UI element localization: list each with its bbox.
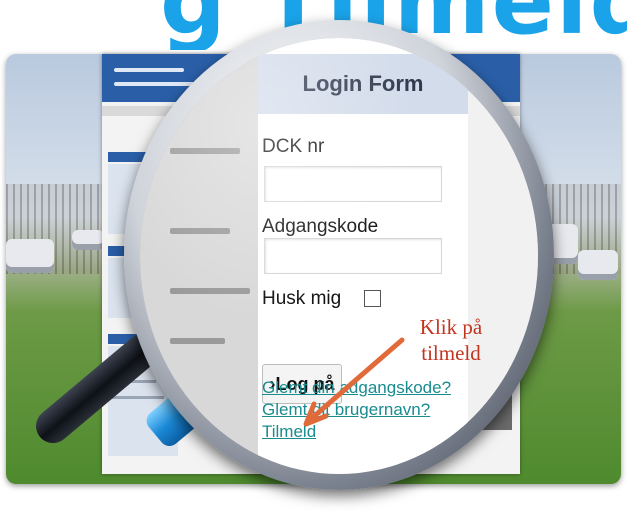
arrow-icon xyxy=(303,337,405,427)
caravan-right-far xyxy=(578,250,618,280)
caravan-left xyxy=(6,239,54,273)
caravan-left-far xyxy=(72,230,104,250)
magnifier-lens: Login Form DCK nr Adgangskode Husk mig ›… xyxy=(140,38,538,474)
